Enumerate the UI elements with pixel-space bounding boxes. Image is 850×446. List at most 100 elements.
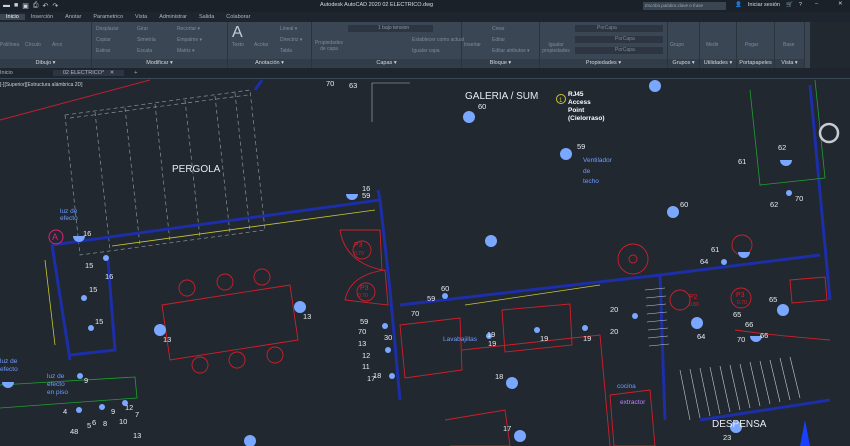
- match-layer-button[interactable]: Igualar capa: [412, 48, 440, 54]
- circuit-number: 9: [84, 376, 88, 385]
- circuit-number: 70: [411, 309, 419, 318]
- save-icon[interactable]: ■: [14, 2, 18, 10]
- text-button[interactable]: Texto: [232, 42, 244, 48]
- new-tab-button[interactable]: +: [124, 70, 147, 76]
- array-button[interactable]: Matriz ▾: [177, 48, 195, 54]
- circuit-number: 62: [770, 200, 778, 209]
- mirror-button[interactable]: Simetría: [137, 37, 156, 43]
- tab-salida[interactable]: Salida: [193, 14, 220, 20]
- search-input[interactable]: Escriba palabra clave o frase: [643, 2, 726, 10]
- panel-title[interactable]: Vista ▾: [775, 59, 804, 68]
- panel-grupos: Grupo Grupos ▾: [668, 22, 700, 68]
- panel-title[interactable]: Grupos ▾: [668, 59, 699, 68]
- ribbon: Polilínea Círculo Arco Dibujo ▾ Desplaza…: [0, 22, 810, 68]
- panel-title[interactable]: Propiedades ▾: [540, 59, 667, 68]
- tab-administrar[interactable]: Administrar: [153, 14, 193, 20]
- tab-inicio[interactable]: Inicio: [0, 14, 25, 20]
- tab-parametrico[interactable]: Parametrico: [87, 14, 129, 20]
- close-button[interactable]: ✕: [838, 1, 843, 7]
- doc-tab-start[interactable]: Inicio: [0, 70, 23, 76]
- insert-button[interactable]: Insertar: [464, 42, 481, 48]
- doc-tab-label: 02 ELECTRICO*: [62, 70, 105, 76]
- door-width: 0.80: [689, 302, 699, 308]
- stretch-button[interactable]: Estirar: [96, 48, 110, 54]
- room-label-despensa: DESPENSA: [712, 419, 767, 430]
- minimize-button[interactable]: –: [815, 1, 818, 7]
- copy-button[interactable]: Copiar: [96, 37, 111, 43]
- circuit-number: 5: [87, 421, 91, 430]
- linear-button[interactable]: Lineal ▾: [280, 26, 297, 32]
- note-ventilador: techo: [583, 178, 599, 185]
- base-view-button[interactable]: Base: [783, 42, 794, 48]
- circuit-number: 17: [503, 424, 511, 433]
- fillet-button[interactable]: Empalme ▾: [177, 37, 202, 43]
- trim-button[interactable]: Recortar ▾: [177, 26, 200, 32]
- redo-icon[interactable]: ↷: [52, 2, 58, 10]
- circuit-number: 20: [610, 305, 618, 314]
- panel-utilidades: Medir Utilidades ▾: [700, 22, 737, 68]
- circuit-number: 9: [111, 407, 115, 416]
- quick-access-toolbar: ▬ ■ ▣ ⎙ ↶ ↷: [0, 2, 58, 10]
- panel-title[interactable]: Dibujo ▾: [0, 59, 91, 68]
- panel-vista: Base Vista ▾: [775, 22, 805, 68]
- undo-icon[interactable]: ↶: [42, 2, 48, 10]
- tab-anotar[interactable]: Anotar: [59, 14, 87, 20]
- group-button[interactable]: Grupo: [670, 42, 684, 48]
- circuit-number: 60: [441, 284, 449, 293]
- leader-button[interactable]: Directriz ▾: [280, 37, 302, 43]
- cart-icon[interactable]: 🛒: [786, 2, 793, 8]
- tab-insercion[interactable]: Inserción: [25, 14, 59, 20]
- circuit-number: 19: [487, 330, 495, 339]
- dimension-button[interactable]: Acotar: [254, 42, 268, 48]
- move-button[interactable]: Desplazar: [96, 26, 119, 32]
- measure-button[interactable]: Medir: [706, 42, 719, 48]
- tab-colaborar[interactable]: Colaborar: [220, 14, 256, 20]
- sign-in-button[interactable]: Iniciar sesión: [748, 2, 780, 8]
- layer-properties-button[interactable]: Propiedades de capa: [314, 40, 344, 52]
- set-current-button[interactable]: Establecer como actual: [412, 37, 464, 43]
- circuit-number: 64: [700, 257, 708, 266]
- tag-a: A: [52, 232, 58, 242]
- edit-attributes-button[interactable]: Editar atributos ▾: [492, 48, 530, 54]
- circuit-number: 20: [610, 327, 618, 336]
- panel-title[interactable]: Bloque ▾: [462, 59, 539, 68]
- lineweight-dropdown[interactable]: PorCapa: [575, 47, 663, 54]
- match-properties-button[interactable]: Igualar propiedades: [542, 42, 570, 54]
- panel-title[interactable]: Portapapeles: [737, 59, 774, 68]
- help-icon[interactable]: ?: [799, 2, 802, 8]
- note-luz-efecto: luz de: [60, 208, 78, 215]
- scale-button[interactable]: Escala: [137, 48, 152, 54]
- polyline-button[interactable]: Polilínea: [0, 42, 19, 48]
- note-cocina: cocina: [617, 383, 636, 390]
- saveas-icon[interactable]: ▣: [22, 2, 29, 10]
- color-dropdown[interactable]: PorCapa: [575, 25, 663, 32]
- rotate-button[interactable]: Girar: [137, 26, 148, 32]
- close-tab-icon[interactable]: ✕: [106, 70, 115, 76]
- arc-button[interactable]: Arco: [52, 42, 62, 48]
- plot-icon[interactable]: ⎙: [33, 2, 39, 10]
- panel-modificar: Desplazar Girar Recortar ▾ Copiar Simetr…: [92, 22, 228, 68]
- tab-vista[interactable]: Vista: [129, 14, 153, 20]
- door-tag: P3: [354, 242, 363, 249]
- panel-title[interactable]: Anotación ▾: [228, 59, 311, 68]
- circle-button[interactable]: Círculo: [25, 42, 41, 48]
- linetype-dropdown[interactable]: PorCapa: [575, 36, 663, 43]
- user-icon[interactable]: 👤: [735, 2, 742, 8]
- circuit-number: 70: [795, 194, 803, 203]
- circuit-number: 13: [163, 335, 171, 344]
- circuit-number: 13: [133, 431, 141, 440]
- table-button[interactable]: Tabla: [280, 48, 292, 54]
- layer-dropdown[interactable]: 1 bajo tension: [348, 25, 433, 32]
- panel-title[interactable]: Capas ▾: [312, 59, 461, 68]
- note-luz-piso: efecto: [47, 381, 65, 388]
- doc-tab-electrico[interactable]: 02 ELECTRICO* ✕: [52, 70, 125, 76]
- viewport-controls[interactable]: [-][Superior][Estructura alámbrica 2D]: [0, 82, 83, 88]
- paste-button[interactable]: Pegar: [745, 42, 758, 48]
- circuit-number: 7: [135, 410, 139, 419]
- panel-title[interactable]: Modificar ▾: [92, 59, 227, 68]
- panel-title[interactable]: Utilidades ▾: [700, 59, 736, 68]
- create-block-button[interactable]: Crear: [492, 26, 505, 32]
- circuit-number: 12: [125, 403, 133, 412]
- open-icon[interactable]: ▬: [3, 2, 10, 10]
- edit-block-button[interactable]: Editar: [492, 37, 505, 43]
